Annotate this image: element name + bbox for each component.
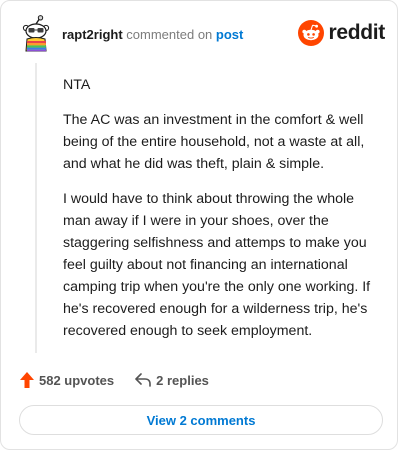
comment-paragraph: NTA bbox=[63, 77, 91, 93]
username-link[interactable]: rapt2right bbox=[62, 27, 123, 42]
upvote-arrow-icon bbox=[20, 372, 34, 388]
commented-on-text: commented on bbox=[126, 27, 213, 42]
comment-body: NTA The AC was an investment in the comf… bbox=[63, 74, 385, 355]
reddit-alien-icon bbox=[298, 20, 325, 46]
reddit-wordmark: reddit bbox=[328, 21, 385, 44]
comment-paragraph: I would have to think about throwing the… bbox=[63, 191, 371, 339]
replies-button[interactable]: 2 replies bbox=[134, 372, 209, 388]
thread-line[interactable] bbox=[35, 63, 37, 353]
upvote-button[interactable]: 582 upvotes bbox=[19, 371, 114, 389]
post-link[interactable]: post bbox=[216, 27, 243, 42]
comment-header: rapt2right commented on post reddit bbox=[19, 15, 385, 55]
comment-meta: rapt2right commented on post bbox=[62, 27, 243, 42]
reply-count: 2 replies bbox=[156, 372, 209, 388]
comment-paragraph: The AC was an investment in the comfort … bbox=[63, 112, 365, 172]
comment-actions: 582 upvotes 2 replies bbox=[19, 368, 209, 392]
view-comments-button[interactable]: View 2 comments bbox=[19, 405, 383, 435]
comment-embed-card: rapt2right commented on post reddit NTA … bbox=[0, 0, 398, 450]
upvote-count: 582 upvotes bbox=[39, 372, 115, 388]
reply-arrow-icon bbox=[135, 373, 151, 387]
reddit-logo[interactable]: reddit bbox=[298, 19, 385, 47]
snoo-avatar-icon[interactable] bbox=[19, 15, 53, 53]
